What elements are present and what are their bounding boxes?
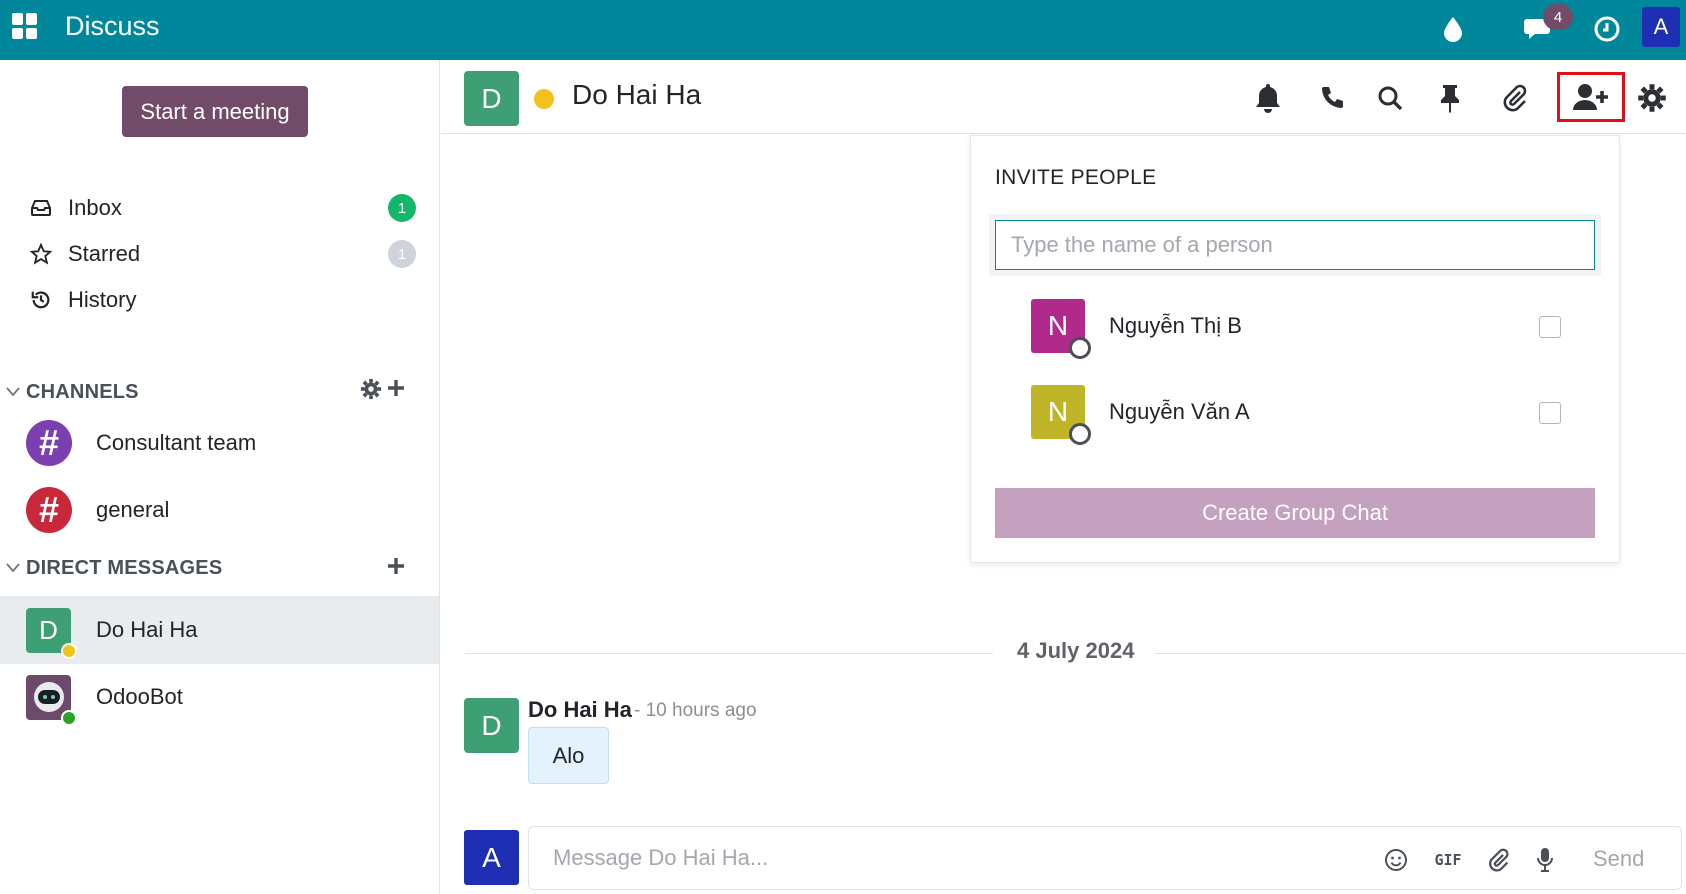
start-meeting-button[interactable]: Start a meeting — [122, 86, 308, 137]
presence-offline-indicator — [1069, 337, 1091, 359]
presence-offline-indicator — [1069, 423, 1091, 445]
messages-count-badge: 4 — [1543, 4, 1573, 30]
avatar-initial: N — [1047, 310, 1069, 341]
gear-icon[interactable] — [1630, 76, 1674, 120]
channel-name: Consultant team — [96, 430, 257, 455]
avatar-initial: N — [1047, 396, 1069, 427]
inbox-count-badge: 1 — [388, 194, 416, 222]
invite-title: INVITE PEOPLE — [995, 166, 1157, 189]
date-separator: 4 July 2024 — [465, 638, 1686, 668]
select-person-checkbox[interactable] — [1539, 316, 1561, 338]
bell-icon[interactable] — [1246, 76, 1290, 120]
presence-online-indicator — [61, 709, 77, 726]
sidebar-item-starred[interactable]: Starred — [28, 234, 140, 274]
create-group-chat-button[interactable]: Create Group Chat — [995, 488, 1595, 538]
gif-button[interactable]: GIF — [1433, 845, 1463, 875]
sidebar-item-label: Inbox — [68, 195, 122, 220]
add-channel-icon[interactable] — [386, 378, 408, 400]
emoji-icon[interactable] — [1381, 845, 1411, 875]
person-name: Nguyễn Thị B — [1109, 313, 1242, 338]
chevron-down-icon — [0, 379, 26, 405]
dm-name: Do Hai Ha — [96, 617, 198, 642]
select-person-checkbox[interactable] — [1539, 402, 1561, 424]
sidebar: Start a meeting Inbox 1 Starred 1 Histor… — [0, 60, 440, 894]
thread-avatar: D — [464, 71, 519, 126]
direct-messages-section-header[interactable]: DIRECT MESSAGES — [0, 552, 440, 584]
phone-icon[interactable] — [1310, 76, 1354, 120]
pin-icon[interactable] — [1428, 76, 1472, 120]
invite-people-popover: INVITE PEOPLE N Nguyễn Thị B N Nguyễn Vă… — [970, 135, 1620, 563]
divider — [1155, 653, 1686, 654]
dm-name: OdooBot — [96, 684, 183, 709]
send-button[interactable]: Send — [1593, 846, 1644, 872]
message-bubble: Alo — [528, 727, 609, 784]
thread-header: D Do Hai Ha — [441, 60, 1686, 134]
star-icon — [28, 241, 54, 267]
user-plus-icon — [1573, 84, 1608, 110]
gear-icon[interactable] — [360, 378, 384, 402]
app-title[interactable]: Discuss — [65, 11, 160, 42]
composer-avatar: A — [464, 830, 519, 885]
thread-title: Do Hai Ha — [572, 79, 702, 110]
channel-name: general — [96, 497, 170, 522]
invite-person-row[interactable]: N Nguyễn Thị B — [1031, 296, 1591, 359]
sidebar-item-inbox[interactable]: Inbox — [28, 188, 122, 228]
paperclip-icon[interactable] — [1483, 845, 1513, 875]
message-composer[interactable]: Message Do Hai Ha... GIF Send — [528, 826, 1682, 890]
message-author[interactable]: Do Hai Ha — [528, 697, 632, 723]
dm-item-odoobot[interactable]: OdooBot — [0, 663, 439, 731]
avatar: N — [1031, 299, 1091, 359]
apps-icon[interactable] — [12, 13, 38, 39]
channel-hash-icon: # — [26, 487, 72, 533]
dm-item-do-hai-ha[interactable]: D Do Hai Ha — [0, 596, 439, 664]
top-navbar: Discuss 4 A — [0, 0, 1686, 60]
add-direct-message-icon[interactable] — [386, 556, 408, 578]
message-author-avatar[interactable]: D — [464, 698, 519, 753]
robot-icon — [33, 682, 64, 712]
presence-away-indicator — [534, 89, 554, 109]
microphone-icon[interactable] — [1530, 845, 1560, 875]
avatar: D — [26, 607, 77, 659]
add-users-button[interactable] — [1557, 72, 1625, 122]
channel-hash-icon: # — [26, 420, 72, 466]
sidebar-item-history[interactable]: History — [28, 280, 136, 320]
channel-item-general[interactable]: # general — [26, 485, 169, 535]
user-avatar[interactable]: A — [1642, 7, 1680, 47]
date-label: 4 July 2024 — [1017, 638, 1135, 663]
chevron-down-icon — [0, 555, 26, 581]
odoobot-avatar — [26, 674, 77, 726]
starred-count-badge: 1 — [388, 240, 416, 268]
invite-person-row[interactable]: N Nguyễn Văn A — [1031, 382, 1591, 445]
person-name: Nguyễn Văn A — [1109, 399, 1250, 424]
invite-search-input[interactable] — [995, 220, 1595, 270]
history-icon — [28, 287, 54, 313]
search-icon[interactable] — [1368, 76, 1412, 120]
channel-item-consultant-team[interactable]: # Consultant team — [26, 418, 256, 468]
clock-icon[interactable] — [1590, 12, 1624, 46]
avatar: N — [1031, 385, 1091, 445]
sidebar-item-label: History — [68, 287, 137, 312]
sidebar-item-label: Starred — [68, 241, 141, 266]
divider — [465, 653, 993, 654]
invite-search-container — [989, 214, 1601, 276]
drop-icon[interactable] — [1436, 12, 1470, 46]
inbox-icon — [28, 195, 54, 221]
presence-away-indicator — [61, 642, 77, 659]
composer-input-placeholder[interactable]: Message Do Hai Ha... — [553, 845, 768, 871]
paperclip-icon[interactable] — [1492, 76, 1536, 120]
channels-title: CHANNELS — [26, 380, 139, 403]
direct-messages-title: DIRECT MESSAGES — [26, 556, 223, 579]
message-timestamp: - 10 hours ago — [634, 700, 757, 721]
avatar-initial: D — [39, 614, 58, 645]
